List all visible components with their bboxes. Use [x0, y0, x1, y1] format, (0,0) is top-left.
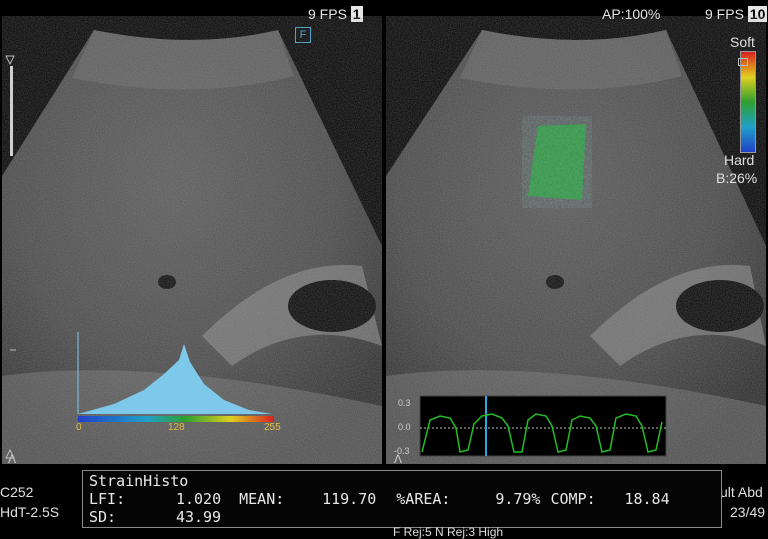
strain-graph	[419, 395, 667, 457]
strain-histogram	[77, 332, 274, 422]
harmonic-label: HdT-2.5S	[0, 504, 60, 520]
histogram-fill	[78, 344, 272, 414]
scale-hard-label: Hard	[724, 152, 755, 168]
area-value: 9.79%	[495, 490, 541, 508]
right-orientation-icon: Λ	[394, 452, 403, 466]
strain-color-scale	[740, 51, 756, 153]
sd-label: SD:	[89, 508, 117, 526]
hist-axis-mid: 128	[168, 422, 185, 433]
strain-histo-row-1: LFI: 1.020 MEAN: 119.70 %AREA: 9.79% COMP: 18.8…	[89, 490, 670, 508]
scale-soft-label: Soft	[730, 34, 755, 50]
strain-histo-panel: StrainHisto LFI: 1.020 MEAN: 119.70 %AREA: 9.…	[82, 470, 722, 528]
mean-label: MEAN:	[239, 490, 285, 508]
strain-histo-title: StrainHisto	[89, 472, 189, 490]
mean-value: 119.70	[322, 490, 377, 508]
graph-tick-mid: 0.0	[398, 422, 411, 432]
left-depth-scale	[5, 55, 16, 459]
area-label: %AREA:	[396, 490, 451, 508]
elastography-image: 0.3 0.0 -0.3	[386, 16, 766, 464]
sd-value: 43.99	[175, 508, 222, 526]
strain-histo-row-2: SD: 43.99	[89, 508, 221, 526]
hist-axis-max: 255	[264, 422, 281, 433]
comp-label: COMP:	[550, 490, 596, 508]
probe-label: C252	[0, 484, 34, 500]
b-percent-readout: B:26%	[716, 170, 758, 186]
graph-tick-top: 0.3	[398, 398, 411, 408]
comp-value: 18.84	[624, 490, 670, 508]
scale-marker-icon	[738, 58, 748, 66]
image-counter: 23/49	[730, 504, 766, 520]
hist-axis-min: 0	[76, 422, 82, 433]
preset-label: ult Abd	[720, 484, 763, 500]
lfi-label: LFI:	[89, 490, 126, 508]
b-mode-image: 0 128 255	[2, 16, 382, 464]
lfi-value: 1.020	[175, 490, 222, 508]
rejection-status: F Rej:5 N Rej:3 High	[393, 525, 504, 539]
left-orientation-icon: Λ	[8, 452, 17, 466]
